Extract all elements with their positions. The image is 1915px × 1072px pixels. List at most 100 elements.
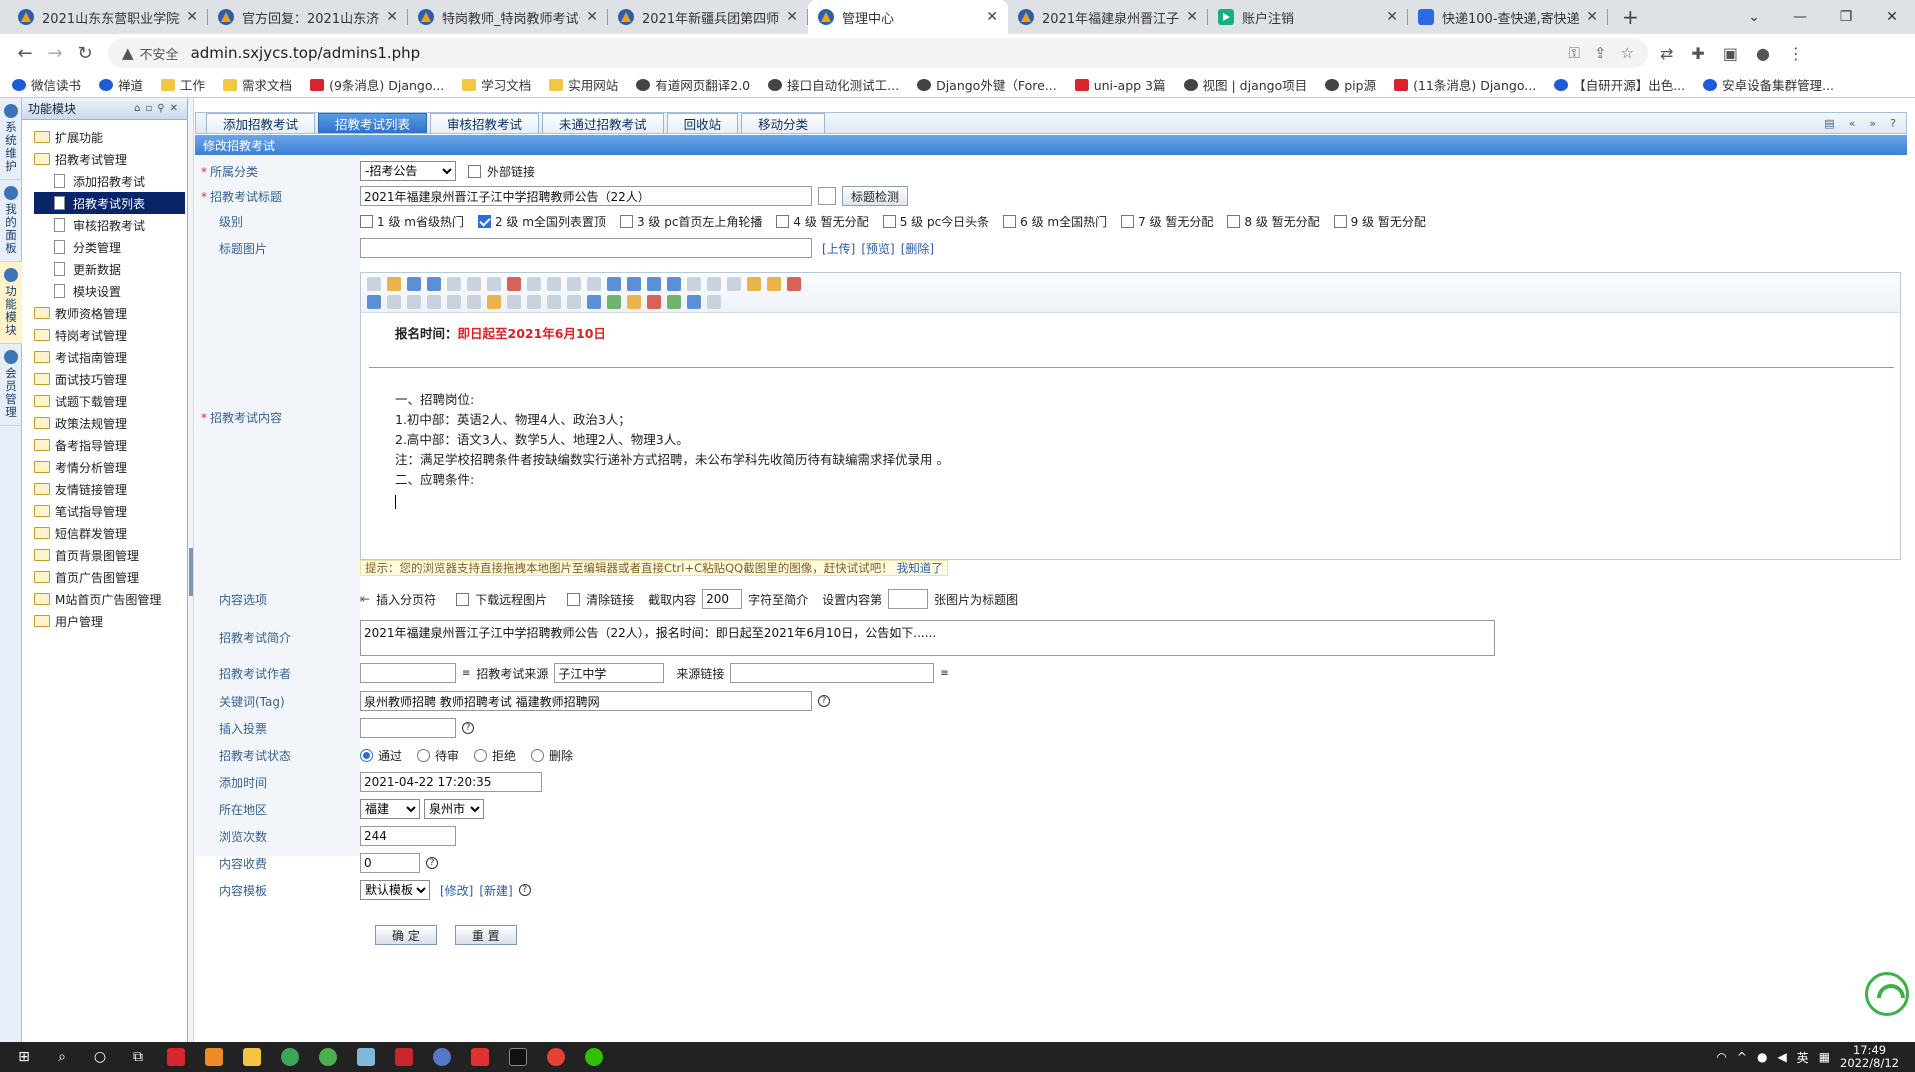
- browser-tab[interactable]: 2021年福建泉州晋江子江 ✕: [1008, 0, 1208, 34]
- level-checkbox[interactable]: [1003, 214, 1017, 228]
- close-icon[interactable]: ✕: [186, 9, 198, 25]
- toolbar-tool-icon[interactable]: [447, 295, 461, 309]
- bookmark-item[interactable]: 有道网页翻译2.0: [636, 75, 750, 94]
- help-icon[interactable]: ?: [426, 857, 438, 869]
- toolbar-tool-icon[interactable]: [547, 277, 561, 291]
- splitter[interactable]: [188, 98, 194, 1042]
- link-dropdown-icon[interactable]: ≡: [940, 668, 948, 679]
- help-icon[interactable]: ?: [818, 695, 830, 707]
- city-select[interactable]: 泉州市: [424, 799, 484, 819]
- toolbar-tool-icon[interactable]: [427, 277, 441, 291]
- module-tab[interactable]: 招教考试列表: [318, 113, 428, 133]
- level-checkbox[interactable]: [1227, 214, 1241, 228]
- calendar-icon[interactable]: ▦: [1819, 1050, 1830, 1064]
- wifi-icon[interactable]: ◠: [1716, 1050, 1726, 1064]
- clear-links-checkbox[interactable]: [567, 592, 581, 606]
- sidebar-folder[interactable]: M站首页广告图管理: [34, 588, 187, 610]
- toolbar-tool-icon[interactable]: [607, 277, 621, 291]
- page-break-icon[interactable]: ⇤: [360, 592, 370, 606]
- toolbar-tool-icon[interactable]: [667, 277, 681, 291]
- app-icon[interactable]: [430, 1046, 454, 1068]
- source-input[interactable]: [554, 663, 665, 683]
- toolbar-tool-icon[interactable]: [707, 277, 721, 291]
- omnibox[interactable]: ▲ 不安全 admin.sxjycs.top/admins1.php ⚿ ⇪ ☆: [108, 38, 1648, 68]
- toolbar-tool-icon[interactable]: [767, 277, 781, 291]
- close-window-button[interactable]: ✕: [1869, 0, 1915, 34]
- clock[interactable]: 17:49 2022/8/12: [1840, 1044, 1899, 1070]
- toolbar-tool-icon[interactable]: [507, 295, 521, 309]
- sidebar-folder[interactable]: 备考指导管理: [34, 434, 187, 456]
- browser-tab[interactable]: 账户注销 ✕: [1208, 0, 1408, 34]
- toolbar-tool-icon[interactable]: [387, 295, 401, 309]
- toolbar-tool-icon[interactable]: [687, 277, 701, 291]
- browser-tab[interactable]: 2021山东东营职业学院招聘 ✕: [8, 0, 208, 34]
- sidebar-folder[interactable]: 特岗考试管理: [34, 324, 187, 346]
- app-icon[interactable]: [316, 1046, 340, 1068]
- submit-button[interactable]: 确 定: [375, 925, 437, 945]
- task-view-icon[interactable]: ⧉: [126, 1046, 150, 1068]
- template-modify-link[interactable]: [修改]: [440, 882, 473, 899]
- toolbar-tool-icon[interactable]: [507, 277, 521, 291]
- sidebar-subitem[interactable]: 添加招教考试: [34, 170, 187, 192]
- title-check-button[interactable]: 标题检测: [842, 186, 909, 206]
- bookmark-item[interactable]: Django外键（Fore...: [917, 75, 1057, 94]
- level-checkbox[interactable]: [882, 214, 896, 228]
- toolbar-tool-icon[interactable]: [627, 295, 641, 309]
- intercept-length-input[interactable]: [702, 589, 743, 609]
- browser-tab[interactable]: 2021年新疆兵团第四师可 ✕: [608, 0, 808, 34]
- toolbar-tool-icon[interactable]: [747, 277, 761, 291]
- toolbar-tool-icon[interactable]: [407, 295, 421, 309]
- bookmark-item[interactable]: (11条消息) Django...: [1394, 75, 1536, 94]
- title-input[interactable]: [360, 186, 812, 206]
- restore-button[interactable]: ❐: [1823, 0, 1869, 34]
- panel-icon[interactable]: ▤: [1824, 117, 1834, 130]
- notes-icon[interactable]: [354, 1046, 378, 1068]
- toolbar-tool-icon[interactable]: [687, 295, 701, 309]
- module-tab[interactable]: 回收站: [666, 113, 739, 133]
- reload-button[interactable]: ↻: [70, 43, 100, 64]
- translate-icon[interactable]: ⇄: [1660, 44, 1673, 63]
- bookmark-item[interactable]: 微信读书: [12, 75, 81, 94]
- toolbar-tool-icon[interactable]: [707, 295, 721, 309]
- close-icon[interactable]: ✕: [1186, 9, 1198, 25]
- notification-icon[interactable]: ●: [1757, 1050, 1767, 1064]
- search-icon[interactable]: ⌕: [50, 1046, 74, 1068]
- bookmark-item[interactable]: 工作: [161, 75, 205, 94]
- toolbar-tool-icon[interactable]: [527, 277, 541, 291]
- module-tab[interactable]: 审核招教考试: [430, 113, 540, 133]
- vertical-tab[interactable]: 系统维护: [0, 98, 22, 180]
- ime-indicator[interactable]: 英: [1797, 1049, 1809, 1066]
- bookmark-item[interactable]: 需求文档: [223, 75, 292, 94]
- sidebar-tools-icon[interactable]: ⌂▫⚲✕: [134, 103, 183, 114]
- help-icon[interactable]: ?: [518, 884, 531, 896]
- bookmark-item[interactable]: 禅道: [99, 75, 143, 94]
- wifi-float-icon[interactable]: [1865, 972, 1909, 1016]
- windows-start-icon[interactable]: ⊞: [12, 1046, 36, 1068]
- sidebar-folder[interactable]: 友情链接管理: [34, 478, 187, 500]
- bookmark-item[interactable]: 学习文档: [462, 75, 531, 94]
- sidebar-folder[interactable]: 面试技巧管理: [34, 368, 187, 390]
- color-picker-icon[interactable]: [818, 187, 836, 205]
- insert-page-break[interactable]: 插入分页符: [376, 591, 436, 608]
- chrome-icon[interactable]: [544, 1046, 568, 1068]
- menu-icon[interactable]: ⋮: [1788, 44, 1804, 63]
- category-select[interactable]: -招考公告: [360, 161, 456, 181]
- reset-button[interactable]: 重 置: [454, 925, 517, 945]
- sidebar-folder[interactable]: 教师资格管理: [34, 302, 187, 324]
- toolbar-tool-icon[interactable]: [647, 277, 661, 291]
- toolbar-tool-icon[interactable]: [607, 295, 621, 309]
- toolbar-tool-icon[interactable]: [367, 277, 381, 291]
- sidebar-folder[interactable]: 首页广告图管理: [34, 566, 187, 588]
- bookmark-item[interactable]: 安卓设备集群管理...: [1703, 75, 1834, 94]
- author-dropdown-icon[interactable]: ≡: [462, 668, 470, 679]
- bookmark-item[interactable]: pip源: [1325, 75, 1376, 94]
- pycharm-icon[interactable]: [506, 1046, 530, 1068]
- prev-icon[interactable]: «: [1849, 117, 1856, 130]
- share-icon[interactable]: ⇪: [1594, 44, 1607, 62]
- volume-icon[interactable]: ◀: [1777, 1050, 1786, 1064]
- chevron-down-icon[interactable]: ⌄: [1731, 0, 1777, 34]
- toolbar-tool-icon[interactable]: [587, 277, 601, 291]
- splitter-grip[interactable]: [189, 548, 193, 596]
- next-icon[interactable]: »: [1869, 117, 1876, 130]
- summary-textarea[interactable]: 2021年福建泉州晋江子江中学招聘教师公告（22人），报名时间：即日起至2021…: [360, 620, 1495, 656]
